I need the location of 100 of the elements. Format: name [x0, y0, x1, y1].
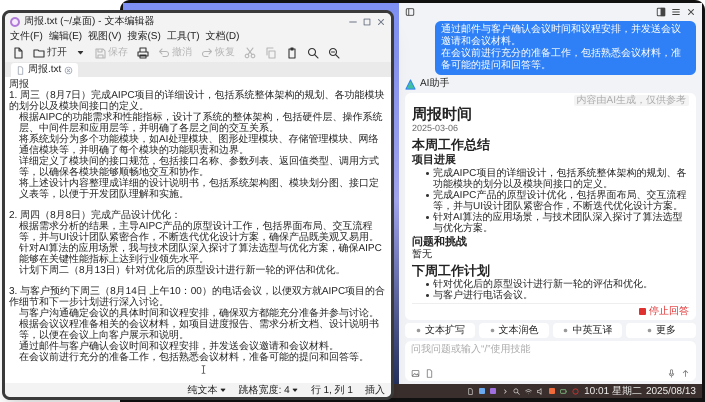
clock-time: 10:01 星期二 — [584, 386, 642, 396]
text-line: 详细定义了模块间的接口规范，包括接口名称、参数列表、返回值类型、调用方式等，以确保各模块能够顺畅地交互和协作。 — [18, 156, 380, 178]
bullet-icon — [426, 283, 429, 286]
copy-icon — [265, 46, 277, 58]
dot-icon — [488, 327, 496, 334]
clipboard-icon — [286, 46, 298, 58]
dot-icon — [562, 327, 570, 334]
bullet-icon — [426, 172, 429, 175]
subsection-heading: 项目进展 — [412, 154, 457, 167]
bullet-icon — [426, 216, 429, 219]
status-text: 插入 — [365, 384, 385, 396]
text-line: 根据AIPC的功能需求和性能指标，设计了系统的整体架构，包括硬件层、操作系统层、中间件层和应用层等，并明确了各层之间的交互关系。 — [18, 112, 384, 134]
skill-chip[interactable]: 文本扩写 — [405, 323, 475, 338]
section-heading: 下周工作计划 — [412, 263, 491, 278]
wifi-icon — [525, 388, 532, 394]
redo-icon — [201, 46, 213, 58]
microphone-icon — [667, 369, 676, 378]
menu-item[interactable]: 视图(V) — [88, 30, 122, 42]
skill-chip[interactable]: 更多 — [626, 323, 696, 338]
dot-icon — [414, 327, 422, 334]
sidebar-icon — [405, 7, 415, 17]
magnifier-icon — [328, 46, 340, 58]
subsection-heading: 问题和挑战 — [412, 236, 468, 248]
skill-chip[interactable]: 文本润色 — [478, 323, 548, 338]
window-title: 周报.txt (~/桌面) - 文本编辑器 — [24, 16, 156, 28]
message-text: 通过邮件与客户确认会议时间和议程安排，并发送会议邀请和会议材料。 — [441, 24, 682, 48]
text-line: 将上述设计内容整理成详细的设计说明书，包括系统架构图、模块划分图、接口定义表等，以便于开发团队理解和实施。 — [18, 178, 380, 200]
file-tab[interactable]: 周报.txt — [11, 63, 78, 77]
text-line: 2. 周四（8月8日）完成产品设计优化： — [9, 210, 182, 221]
chat-input-box[interactable]: 问我问题或输入“/”使用技能 — [405, 341, 696, 381]
close-icon — [686, 7, 696, 17]
text-line: 1. 周三（8月7日）完成AIPC项目的详细设计，包括系统整体架构的规划、各功能模块的划分以及模块间接口的定义。 — [9, 90, 386, 112]
caret-icon — [290, 386, 299, 394]
assistant-logo-icon — [405, 78, 416, 90]
caret-icon — [218, 386, 227, 394]
status-dropdown[interactable]: 纯文本 — [188, 384, 227, 396]
maximize-icon — [362, 16, 372, 26]
power-icon — [572, 388, 580, 394]
open-button[interactable]: 打开 — [30, 44, 70, 60]
bullet-icon — [426, 194, 429, 197]
undo-icon — [158, 46, 170, 58]
menu-item[interactable]: 文件(F) — [10, 30, 43, 42]
folder-icon — [33, 46, 45, 58]
text-line: 3. 与客户预约下周三（8月14日 上午10：00）的电话会议，以便双方就AIPC项目的合作细节和下一步计划进行深入讨论。 — [9, 286, 386, 308]
printer-icon — [137, 46, 149, 58]
close-tab-icon — [64, 66, 74, 74]
subsection-text: 暂无 — [412, 249, 433, 260]
text-line: 针对AI算法的应用场景，我与技术团队深入探讨了算法选型与优化方案，确保AIPC能够在关键性能指标上达到行业领先水平。 — [18, 243, 383, 265]
stop-icon — [639, 308, 646, 315]
file-icon — [16, 66, 25, 74]
text-line: 在会议前进行充分的准备工作，包括熟悉会议材料，准备可能的提问和回答等。 — [18, 352, 370, 363]
search-icon — [307, 46, 319, 58]
text-line: 根据会议议程准备相关的会议材料，如项目进度报告、需求分析文档、设计说明书等，以便在会议上向客户展示和说明。 — [18, 319, 380, 341]
text-line: 根据需求分析的结果，主导AIPC产品的原型设计工作，包括界面布局、交互流程等，并与UI设计团队紧密合作，不断迭代优化设计方案，确保产品既美观又易用。 — [18, 221, 380, 243]
report-date: 2025-03-06 — [412, 123, 460, 134]
report-title: 周报时间 — [412, 106, 473, 123]
scissors-icon — [244, 46, 256, 58]
battery-icon — [560, 388, 568, 394]
bullet-text: 针对优化后的原型设计进行新一轮的评估和优化。 — [433, 279, 653, 290]
text-line: 将系统划分为多个功能模块，如AI处理模块、图形处理模块、存储管理模块、网络通信模块等，并明确了每个模块的功能职责和边界。 — [18, 134, 380, 156]
text-line: 周报 — [9, 79, 30, 90]
file-icon — [467, 388, 474, 394]
dot-icon — [646, 327, 654, 334]
close-icon — [376, 16, 386, 26]
menu-icon — [671, 7, 681, 17]
chevron-icon — [501, 388, 508, 394]
status-text: 行 1, 列 1 — [310, 384, 353, 396]
menu-item[interactable]: 工具(T) — [166, 30, 200, 42]
text-cursor-icon — [199, 365, 208, 374]
text-area[interactable] — [5, 77, 391, 383]
search-icon — [513, 388, 520, 394]
chat-input-field[interactable]: 问我问题或输入“/”使用技能 — [411, 344, 690, 356]
assistant-name: AI助手 — [420, 78, 450, 90]
app-icon[interactable] — [549, 388, 556, 394]
bullet-text: 针对AI算法的应用场景，与技术团队深入探讨了算法选型与优化方案。 — [433, 212, 684, 234]
file-icon — [425, 369, 434, 378]
section-heading: 本周工作总结 — [412, 137, 491, 152]
app-icon — [10, 16, 20, 26]
text-line: 计划下周二（8月13日）针对优化后的原型设计进行新一轮的评估和优化。 — [18, 265, 347, 276]
speaker-icon — [537, 388, 544, 394]
clock-date: 2025/08/13 — [646, 386, 696, 396]
send-icon — [681, 369, 690, 378]
bullet-text: 完成AIPC产品的原型设计优化，包括界面布局、交互流程等，并与UI设计团队紧密合作，不断迭代优化设计方案。 — [433, 190, 688, 212]
text-line: 与客户沟通确定会议的具体时间和议程安排，确保双方都能充分准备并参与讨论。 — [18, 308, 380, 319]
new-document-icon — [12, 46, 24, 58]
image-icon — [411, 369, 420, 378]
message-text: 在会议前进行充分的准备工作，包括熟悉会议材料，准备可能的提问和回答等。 — [441, 48, 682, 72]
menu-item[interactable]: 编辑(E) — [48, 30, 82, 42]
bullet-text: 与客户进行电话会议。 — [433, 290, 533, 301]
menu-item[interactable]: 搜索(S) — [127, 30, 161, 42]
bullet-text: 完成AIPC项目的详细设计，包括系统整体架构的规划、各功能模块的划分以及模块间接口的定义。 — [433, 168, 688, 190]
contrast-icon — [656, 7, 666, 17]
stop-answer-button[interactable]: 停止回答 — [639, 306, 689, 317]
text-line: 通过邮件与客户确认会议时间和议程安排，并发送会议邀请和会议材料。 — [18, 341, 340, 352]
caret-icon — [76, 48, 85, 57]
skill-chip[interactable]: 中英互译 — [552, 323, 622, 338]
menu-item[interactable]: 文档(D) — [206, 30, 240, 42]
bullet-icon — [426, 294, 429, 297]
status-dropdown[interactable]: 跳格宽度: 4 — [238, 384, 299, 396]
ai-notice: 内容由AI生成，仅供参考 — [574, 95, 689, 106]
